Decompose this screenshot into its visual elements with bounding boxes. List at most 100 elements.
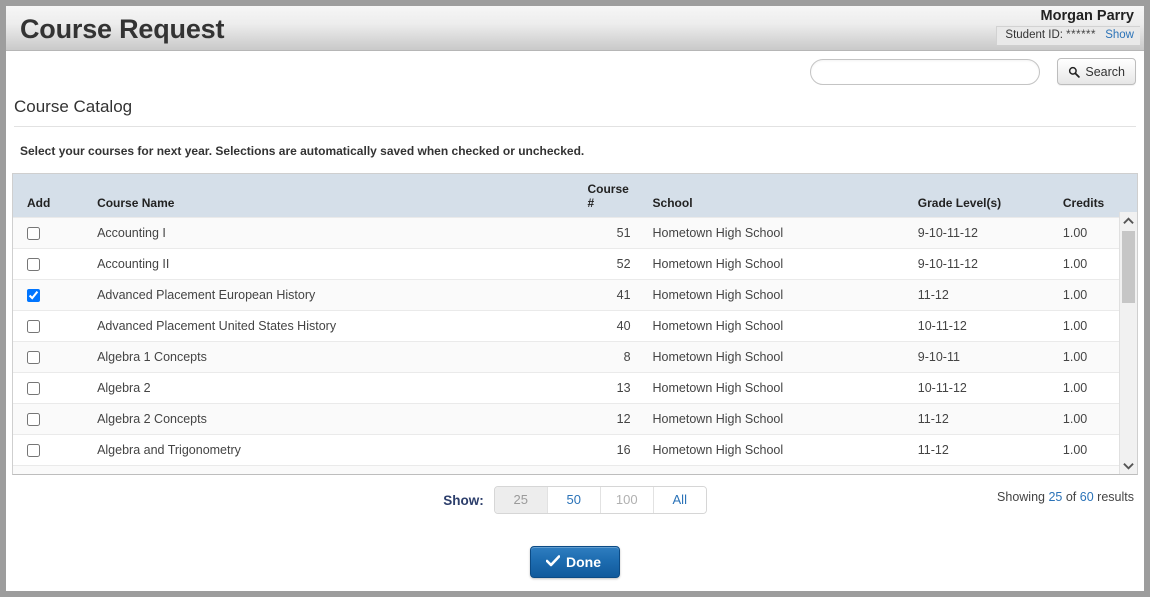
cell-grade-levels: 9-10-11 (912, 466, 1057, 476)
cell-grade-levels: 9-10-11-12 (912, 249, 1057, 280)
table-row: Advanced Placement United States History… (13, 311, 1137, 342)
course-checkbox[interactable] (27, 227, 40, 240)
cell-course-number: 41 (581, 280, 636, 311)
cell-course-number: 12 (581, 404, 636, 435)
cell-school: Hometown High School (637, 280, 912, 311)
table-row: Advanced Placement European History41Hom… (13, 280, 1137, 311)
course-number-header-line2: # (587, 196, 594, 210)
table-row: Accounting II52Hometown High School9-10-… (13, 249, 1137, 280)
column-header-add: Add (13, 174, 91, 218)
table-row: Algebra 2 Concepts12Hometown High School… (13, 404, 1137, 435)
heading-divider (14, 126, 1136, 127)
cell-school: Hometown High School (637, 218, 912, 249)
show-label: Show: (443, 493, 484, 508)
column-header-course-number: Course # (581, 174, 636, 218)
cell-course-name: Algebra and Trigonometry (91, 435, 581, 466)
results-count-text: Showing 25 of 60 results (997, 490, 1134, 504)
table-row: Algebra and Trigonometry16Hometown High … (13, 435, 1137, 466)
table-header: Add Course Name Course # School Grade Le… (13, 174, 1137, 218)
search-button[interactable]: Search (1057, 58, 1136, 85)
course-table-container: Add Course Name Course # School Grade Le… (12, 173, 1138, 475)
cell-school: Hometown High School (637, 373, 912, 404)
search-icon (1068, 66, 1080, 78)
course-number-header-line1: Course (587, 182, 628, 196)
cell-grade-levels: 10-11-12 (912, 311, 1057, 342)
student-info-block: Morgan Parry Student ID: ****** Show (810, 8, 1140, 45)
cell-add (13, 435, 91, 466)
student-name: Morgan Parry (810, 8, 1140, 25)
show-student-id-link[interactable]: Show (1105, 29, 1134, 41)
pagination-row: Show: 2550100All Showing 25 of 60 result… (16, 486, 1134, 516)
cell-add (13, 249, 91, 280)
section-heading: Course Catalog (14, 97, 1144, 117)
cell-school: Hometown High School (637, 435, 912, 466)
cell-school: Hometown High School (637, 466, 912, 476)
table-row: Algebra I7Hometown High School9-10-111.0… (13, 466, 1137, 476)
page-size-option-25: 25 (495, 487, 548, 513)
cell-grade-levels: 11-12 (912, 404, 1057, 435)
course-checkbox[interactable] (27, 382, 40, 395)
cell-school: Hometown High School (637, 249, 912, 280)
student-id-row: Student ID: ****** Show (996, 26, 1140, 45)
cell-grade-levels: 11-12 (912, 435, 1057, 466)
cell-grade-levels: 11-12 (912, 280, 1057, 311)
search-button-label: Search (1085, 65, 1125, 79)
cell-add (13, 404, 91, 435)
cell-course-name: Advanced Placement European History (91, 280, 581, 311)
page-size-button-group: 2550100All (494, 486, 707, 514)
column-header-credits: Credits (1057, 174, 1137, 218)
page-size-option-100[interactable]: 100 (601, 487, 654, 513)
table-vertical-scrollbar[interactable] (1119, 212, 1137, 474)
scroll-up-icon[interactable] (1120, 212, 1137, 229)
cell-grade-levels: 9-10-11 (912, 342, 1057, 373)
course-checkbox[interactable] (27, 320, 40, 333)
table-header-row: Add Course Name Course # School Grade Le… (13, 174, 1137, 218)
cell-course-name: Accounting II (91, 249, 581, 280)
title-bar: Course Request Morgan Parry Student ID: … (6, 6, 1144, 51)
table-row: Accounting I51Hometown High School9-10-1… (13, 218, 1137, 249)
cell-course-number: 51 (581, 218, 636, 249)
course-checkbox[interactable] (27, 351, 40, 364)
column-header-course-name: Course Name (91, 174, 581, 218)
cell-course-number: 16 (581, 435, 636, 466)
cell-grade-levels: 10-11-12 (912, 373, 1057, 404)
cell-school: Hometown High School (637, 404, 912, 435)
student-id-label: Student ID: (1005, 29, 1063, 41)
cell-grade-levels: 9-10-11-12 (912, 218, 1057, 249)
cell-course-number: 8 (581, 342, 636, 373)
search-input[interactable] (810, 59, 1040, 85)
course-checkbox[interactable] (27, 413, 40, 426)
scroll-down-icon[interactable] (1120, 457, 1137, 474)
cell-add (13, 373, 91, 404)
cell-course-name: Advanced Placement United States History (91, 311, 581, 342)
cell-course-number: 7 (581, 466, 636, 476)
scrollbar-thumb[interactable] (1122, 231, 1135, 303)
cell-course-name: Algebra 2 (91, 373, 581, 404)
page-frame: Course Request Morgan Parry Student ID: … (6, 6, 1144, 591)
done-button-label: Done (566, 554, 601, 570)
cell-course-name: Algebra I (91, 466, 581, 476)
page-size-controls: Show: 2550100All (16, 486, 1134, 514)
footer: Done (6, 546, 1144, 578)
page-size-option-all[interactable]: All (654, 487, 706, 513)
done-button[interactable]: Done (530, 546, 620, 578)
cell-add (13, 280, 91, 311)
cell-add (13, 311, 91, 342)
cell-course-name: Algebra 1 Concepts (91, 342, 581, 373)
search-row: Search (6, 51, 1144, 93)
cell-add (13, 342, 91, 373)
page-title: Course Request (20, 14, 224, 45)
cell-course-number: 52 (581, 249, 636, 280)
page-size-option-50[interactable]: 50 (548, 487, 601, 513)
table-row: Algebra 1 Concepts8Hometown High School9… (13, 342, 1137, 373)
table-row: Algebra 213Hometown High School10-11-121… (13, 373, 1137, 404)
course-checkbox[interactable] (27, 289, 40, 302)
cell-add (13, 218, 91, 249)
results-total-count: 60 (1080, 490, 1094, 504)
results-shown-count: 25 (1048, 490, 1062, 504)
student-id-masked-value: ****** (1066, 29, 1096, 41)
cell-course-number: 13 (581, 373, 636, 404)
course-catalog-table: Add Course Name Course # School Grade Le… (13, 174, 1137, 475)
course-checkbox[interactable] (27, 444, 40, 457)
course-checkbox[interactable] (27, 258, 40, 271)
